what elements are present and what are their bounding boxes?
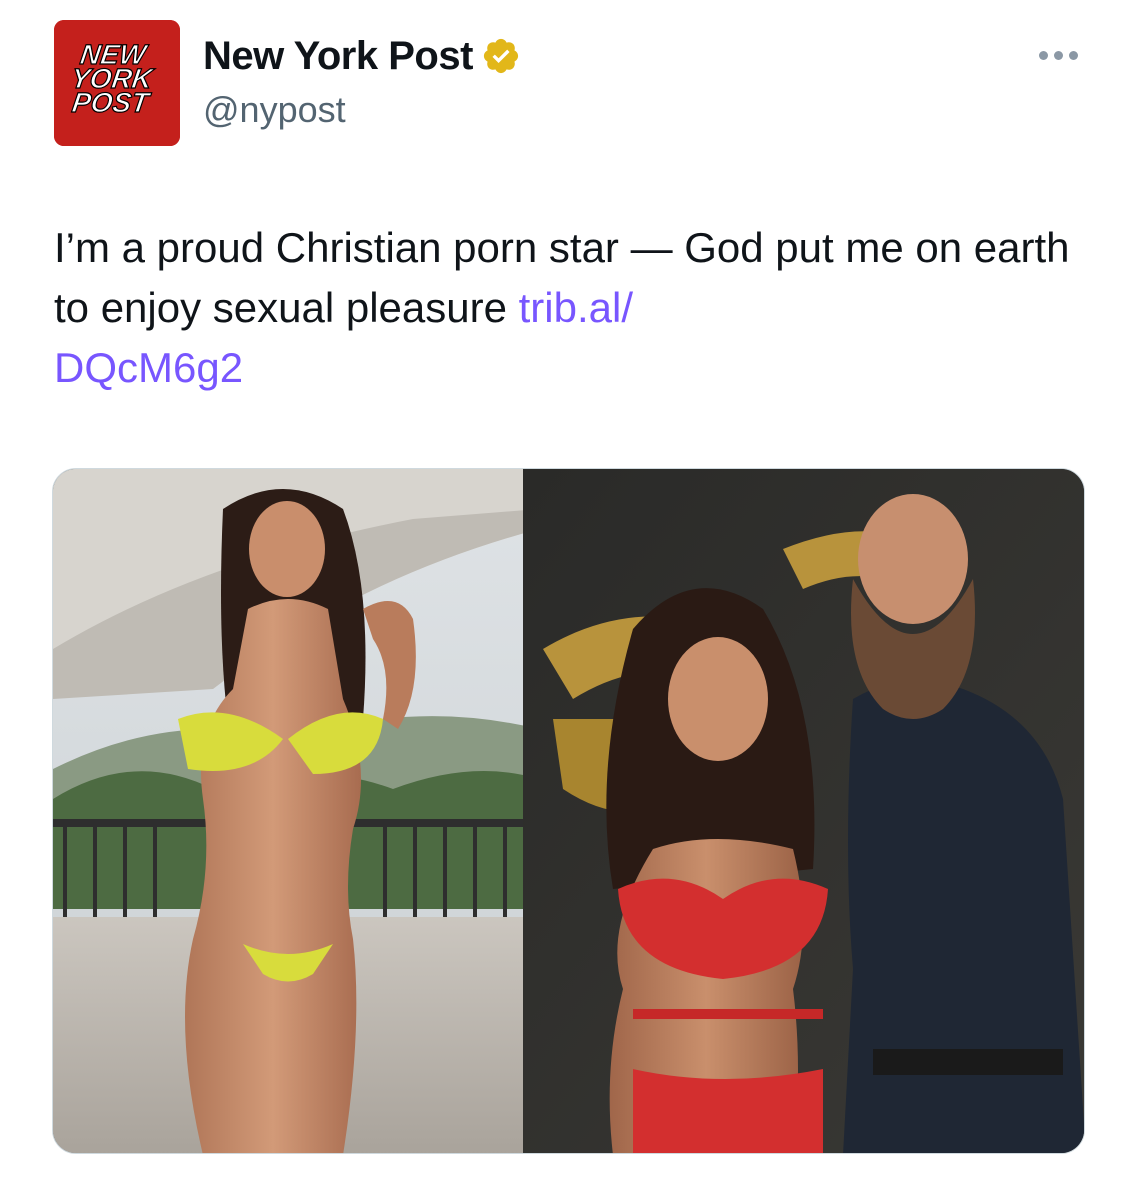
avatar-text-line-3: POST (70, 87, 153, 118)
tweet-media[interactable] (52, 468, 1085, 1154)
tweet-link-part-2: DQcM6g2 (54, 344, 244, 391)
dot (1068, 50, 1078, 60)
media-photo-right[interactable] (523, 469, 1084, 1153)
avatar[interactable]: NEW YORK POST (54, 20, 180, 146)
display-name[interactable]: New York Post (203, 32, 473, 80)
account-handle[interactable]: @nypost (203, 88, 346, 132)
verified-badge-icon[interactable] (481, 36, 521, 76)
media-photo-left[interactable] (53, 469, 539, 1153)
more-options-icon[interactable] (1030, 40, 1086, 70)
tweet-text: I’m a proud Christian porn star — God pu… (54, 218, 1094, 398)
nypost-logo-icon: NEW YORK POST (54, 20, 180, 146)
dot (1053, 50, 1063, 60)
dot (1038, 50, 1048, 60)
tweet-link-part-1: trib.al/ (518, 284, 633, 331)
display-name-row: New York Post (203, 32, 521, 80)
